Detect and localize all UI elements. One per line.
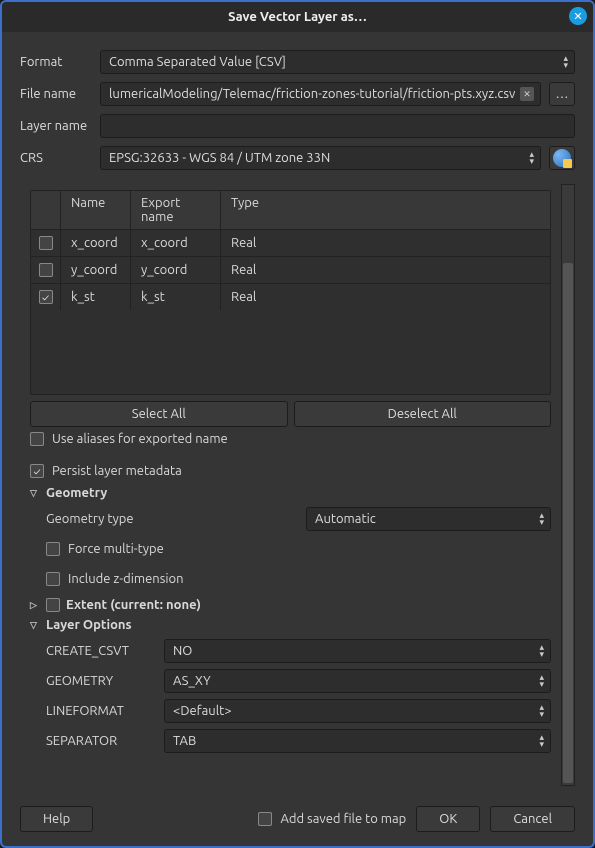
row-name: k_st xyxy=(61,284,131,310)
table-header: Name Export name Type xyxy=(31,191,550,230)
geometry-opt-select[interactable]: AS_XY ▴▾ xyxy=(164,669,551,693)
filename-value: lumericalModeling/Telemac/friction-zones… xyxy=(109,87,515,101)
format-value: Comma Separated Value [CSV] xyxy=(109,55,286,69)
add-to-map-label: Add saved file to map xyxy=(280,812,406,826)
layer-options-section-toggle[interactable]: ▽ Layer Options xyxy=(30,615,551,635)
row-type: Real xyxy=(221,284,550,310)
browse-button[interactable]: … xyxy=(549,82,575,106)
use-aliases-label: Use aliases for exported name xyxy=(52,432,228,446)
format-label: Format xyxy=(20,55,92,69)
table-row[interactable]: k_stk_stReal xyxy=(31,284,550,310)
lineformat-select[interactable]: <Default> ▴▾ xyxy=(164,699,551,723)
crs-picker-button[interactable] xyxy=(549,146,575,170)
include-z-checkbox[interactable] xyxy=(46,572,60,586)
create-csvt-select[interactable]: NO ▴▾ xyxy=(164,639,551,663)
geometry-type-select[interactable]: Automatic ▴▾ xyxy=(306,507,551,531)
layername-label: Layer name xyxy=(20,119,92,133)
dropdown-arrows-icon: ▴▾ xyxy=(563,55,566,69)
deselect-all-button[interactable]: Deselect All xyxy=(294,401,552,427)
geometry-opt-value: AS_XY xyxy=(173,674,211,688)
persist-metadata-checkbox[interactable] xyxy=(30,464,44,478)
row-name: x_coord xyxy=(61,230,131,256)
filename-input[interactable]: lumericalModeling/Telemac/friction-zones… xyxy=(100,82,541,106)
titlebar: Save Vector Layer as… ✕ xyxy=(2,2,593,32)
header-name[interactable]: Name xyxy=(61,191,131,230)
extent-checkbox[interactable] xyxy=(46,598,60,612)
chevron-right-icon: ▷ xyxy=(30,600,40,611)
dropdown-arrows-icon: ▴▾ xyxy=(539,512,542,526)
row-checkbox[interactable] xyxy=(39,236,53,250)
header-export[interactable]: Export name xyxy=(131,191,221,230)
row-type: Real xyxy=(221,257,550,283)
lineformat-label: LINEFORMAT xyxy=(46,704,156,718)
cancel-button[interactable]: Cancel xyxy=(490,806,575,832)
chevron-down-icon: ▽ xyxy=(30,488,40,499)
dialog-window: Save Vector Layer as… ✕ Format Comma Sep… xyxy=(0,0,595,848)
geometry-type-value: Automatic xyxy=(315,512,376,526)
layer-options-header: Layer Options xyxy=(46,618,132,632)
dropdown-arrows-icon: ▴▾ xyxy=(529,151,532,165)
ok-button[interactable]: OK xyxy=(416,806,480,832)
table-row[interactable]: y_coordy_coordReal xyxy=(31,257,550,284)
geometry-header: Geometry xyxy=(46,486,107,500)
separator-value: TAB xyxy=(173,734,196,748)
separator-select[interactable]: TAB ▴▾ xyxy=(164,729,551,753)
dropdown-arrows-icon: ▴▾ xyxy=(539,734,542,748)
add-to-map-checkbox[interactable] xyxy=(258,812,272,826)
row-type: Real xyxy=(221,230,550,256)
create-csvt-label: CREATE_CSVT xyxy=(46,644,156,658)
window-title: Save Vector Layer as… xyxy=(228,10,367,24)
select-all-button[interactable]: Select All xyxy=(30,401,288,427)
separator-label: SEPARATOR xyxy=(46,734,156,748)
row-name: y_coord xyxy=(61,257,131,283)
geometry-opt-label: GEOMETRY xyxy=(46,674,156,688)
row-checkbox[interactable] xyxy=(39,290,53,304)
extent-header: Extent (current: none) xyxy=(66,598,201,612)
extent-section-toggle[interactable]: ▷ Extent (current: none) xyxy=(30,595,551,615)
row-checkbox[interactable] xyxy=(39,263,53,277)
dropdown-arrows-icon: ▴▾ xyxy=(539,704,542,718)
dropdown-arrows-icon: ▴▾ xyxy=(539,674,542,688)
persist-metadata-label: Persist layer metadata xyxy=(52,464,182,478)
dropdown-arrows-icon: ▴▾ xyxy=(539,644,542,658)
crs-label: CRS xyxy=(20,151,92,165)
force-multi-label: Force multi-type xyxy=(68,542,164,556)
row-export: k_st xyxy=(131,284,221,310)
close-icon[interactable]: ✕ xyxy=(569,7,587,25)
dialog-footer: Help Add saved file to map OK Cancel xyxy=(2,796,593,846)
layername-input[interactable] xyxy=(100,114,575,138)
content-area: Format Comma Separated Value [CSV] ▴▾ Fi… xyxy=(2,32,593,796)
geometry-section-toggle[interactable]: ▽ Geometry xyxy=(30,483,551,503)
crs-value: EPSG:32633 - WGS 84 / UTM zone 33N xyxy=(109,151,330,165)
use-aliases-checkbox[interactable] xyxy=(30,432,44,446)
create-csvt-value: NO xyxy=(173,644,192,658)
fields-table: Name Export name Type x_coordx_coordReal… xyxy=(30,190,551,395)
header-type[interactable]: Type xyxy=(221,191,550,230)
vertical-scrollbar[interactable] xyxy=(561,184,575,786)
header-check xyxy=(31,191,61,230)
help-button[interactable]: Help xyxy=(20,806,93,832)
crs-select[interactable]: EPSG:32633 - WGS 84 / UTM zone 33N ▴▾ xyxy=(100,146,541,170)
clear-icon[interactable]: ✕ xyxy=(520,87,534,101)
include-z-label: Include z-dimension xyxy=(68,572,184,586)
force-multi-checkbox[interactable] xyxy=(46,542,60,556)
scrollbar-thumb[interactable] xyxy=(563,263,573,783)
filename-label: File name xyxy=(20,87,92,101)
row-export: x_coord xyxy=(131,230,221,256)
table-row[interactable]: x_coordx_coordReal xyxy=(31,230,550,257)
globe-icon xyxy=(553,149,571,167)
row-export: y_coord xyxy=(131,257,221,283)
chevron-down-icon: ▽ xyxy=(30,620,40,631)
geometry-type-label: Geometry type xyxy=(46,512,156,526)
lineformat-value: <Default> xyxy=(173,704,232,718)
format-select[interactable]: Comma Separated Value [CSV] ▴▾ xyxy=(100,50,575,74)
